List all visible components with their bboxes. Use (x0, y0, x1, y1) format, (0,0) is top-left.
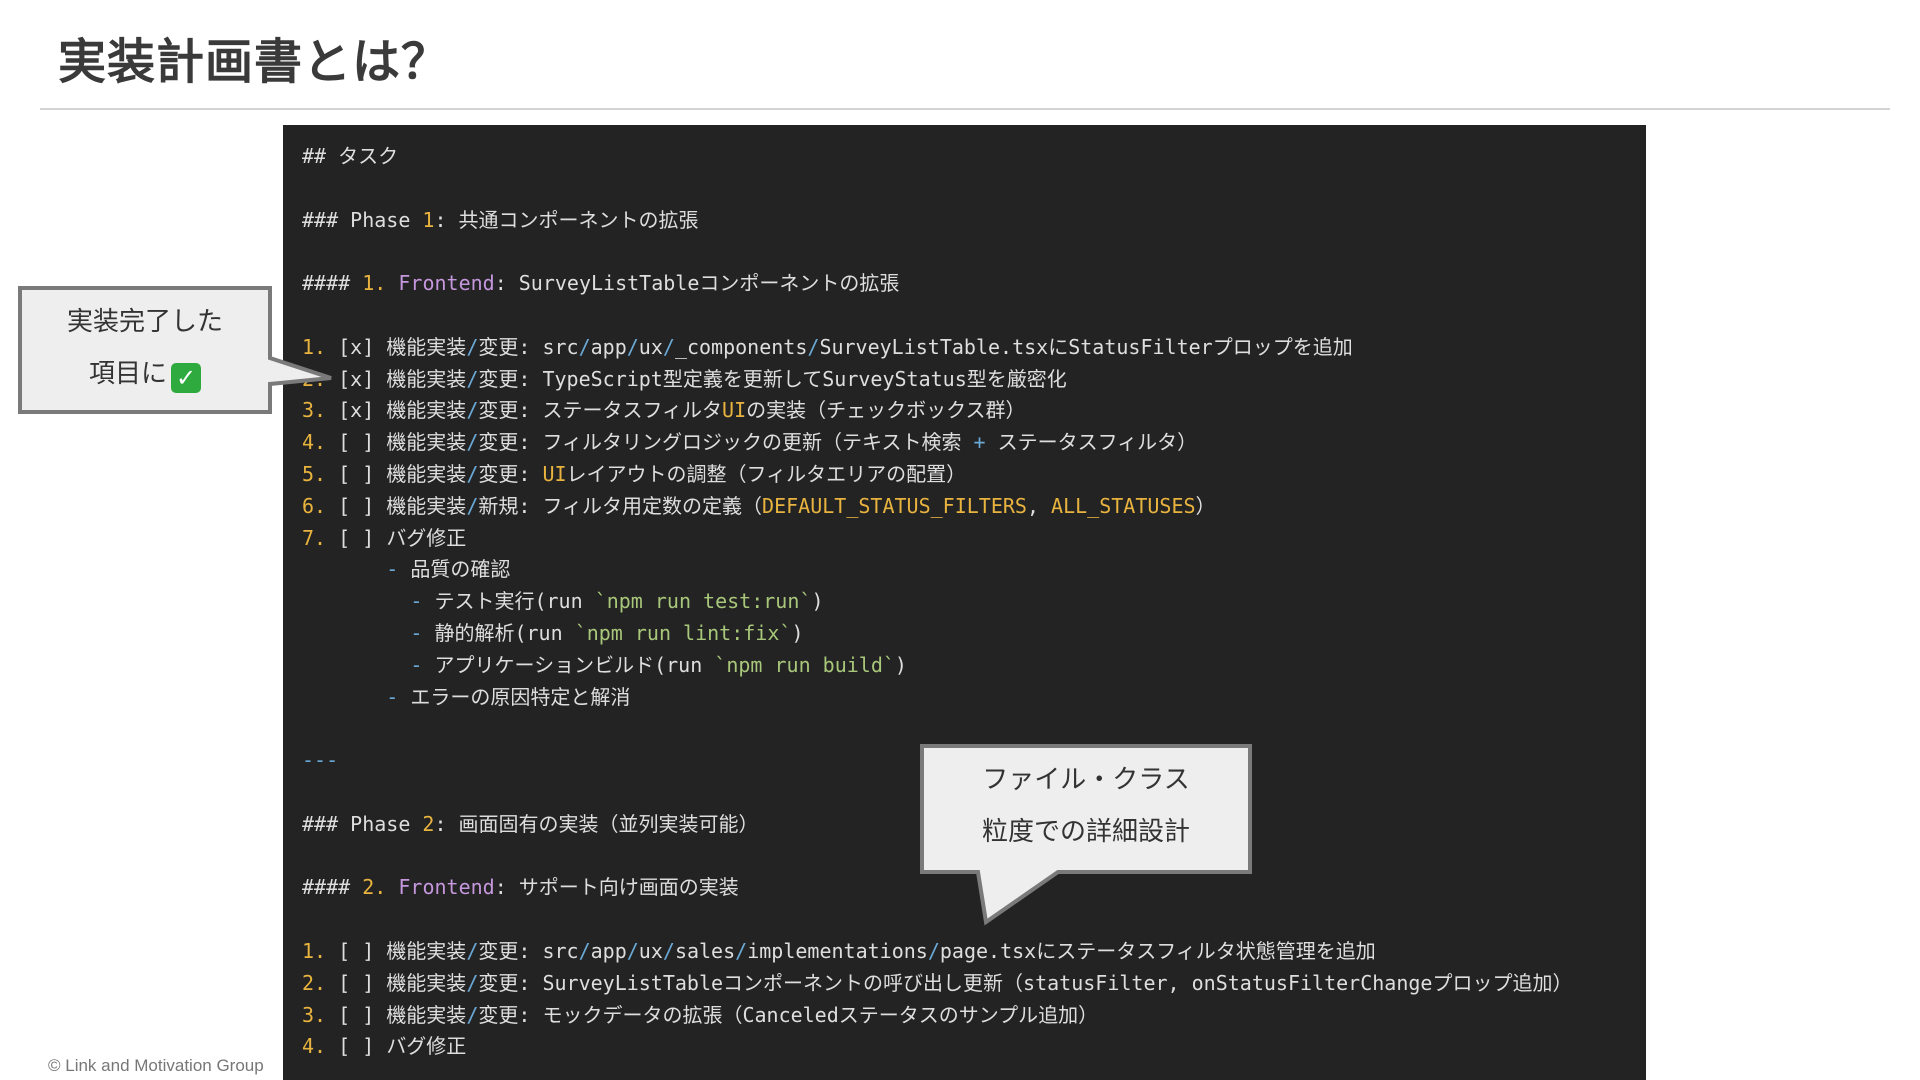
callout-right-line2: 粒度での詳細設計 (981, 817, 1190, 847)
subtask-quality: - 品質の確認 (386, 557, 511, 582)
code-block: ## タスク ### Phase 1: 共通コンポーネントの拡張 #### 1.… (283, 125, 1646, 1080)
task-item-p1-6: 6. [ ] 機能実装/新規: フィルタ用定数の定義（DEFAULT_STATU… (302, 493, 1216, 518)
subtask-test: - テスト実行(run `npm run test:run`) (410, 589, 824, 614)
subtask-errors: - エラーの原因特定と解消 (386, 684, 631, 709)
task-item-p1-3: 3. [x] 機能実装/変更: ステータスフィルタUIの実装（チェックボックス群… (302, 398, 1026, 423)
subtask-lint: - 静的解析(run `npm run lint:fix`) (410, 620, 804, 645)
task-item-p1-5: 5. [ ] 機能実装/変更: UIレイアウトの調整（フィルタエリアの配置） (302, 461, 967, 486)
task-item-p1-4: 4. [ ] 機能実装/変更: フィルタリングロジックの更新（テキスト検索 + … (302, 430, 1198, 455)
callout-left-line2: 項目に ✓ (22, 348, 268, 400)
callout-completed-items: 実装完了した 項目に ✓ (18, 286, 358, 416)
task-item-p1-1: 1. [x] 機能実装/変更: src/app/ux/_components/S… (302, 334, 1353, 359)
task-item-p1-2: 2. [x] 機能実装/変更: TypeScript型定義を更新してSurvey… (302, 366, 1067, 391)
callout-right-line1: ファイル・クラス (982, 765, 1190, 795)
code-line-phase1-heading: ### Phase 1: 共通コンポーネントの拡張 (302, 207, 699, 232)
task-item-p2-1: 1. [ ] 機能実装/変更: src/app/ux/sales/impleme… (302, 938, 1376, 963)
task-item-p2-2: 2. [ ] 機能実装/変更: SurveyListTableコンポーネントの呼… (302, 970, 1573, 995)
task-item-p2-4: 4. [ ] バグ修正 (302, 1034, 467, 1059)
callout-left-line1: 実装完了した (66, 307, 223, 337)
task-item-p1-7: 7. [ ] バグ修正 (302, 525, 467, 550)
subtask-build: - アプリケーションビルド(run `npm run build`) (410, 652, 907, 677)
title-divider (40, 108, 1890, 110)
slide-title: 実装計画書とは？ (58, 34, 451, 90)
callout-detailed-design: ファイル・クラス 粒度での詳細設計 (920, 744, 1255, 934)
copyright-footer: © Link and Motivation Group (48, 1056, 264, 1075)
code-line-task-heading: ## タスク (302, 144, 399, 168)
task-item-p2-3: 3. [ ] 機能実装/変更: モックデータの拡張（Canceledステータスの… (302, 1002, 1099, 1027)
check-mark-button-icon: ✓ (171, 363, 201, 393)
code-line-section1-heading: #### 1. Frontend: SurveyListTableコンポーネント… (302, 271, 900, 296)
